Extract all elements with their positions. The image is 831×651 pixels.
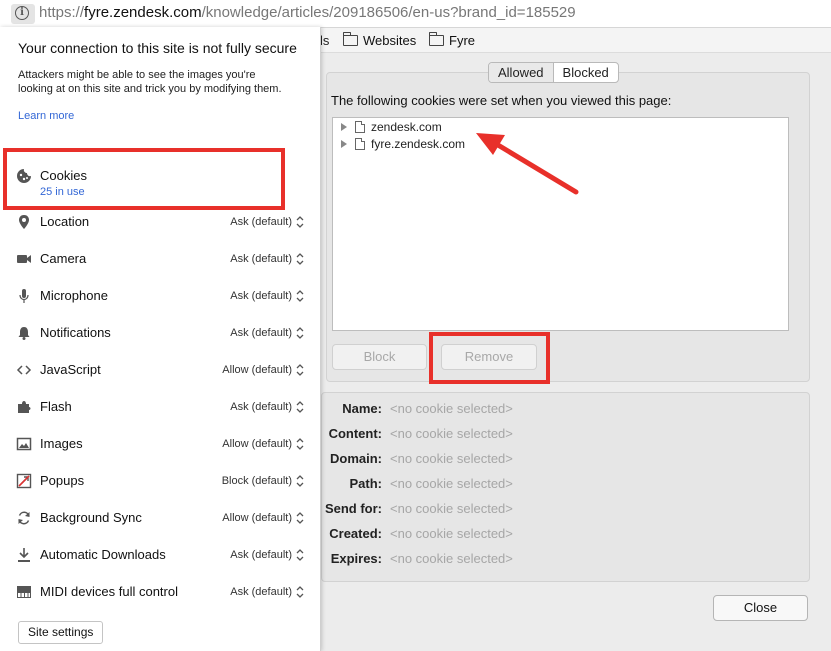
permission-value[interactable]: Ask (default)	[230, 216, 292, 228]
camera-icon	[17, 255, 31, 263]
permission-images[interactable]: Images Allow (default)	[16, 435, 306, 455]
permission-camera[interactable]: Camera Ask (default)	[16, 250, 306, 270]
updown-chevron-icon[interactable]	[296, 400, 304, 414]
permission-popups[interactable]: Popups Block (default)	[16, 472, 306, 492]
connection-description: Attackers might be able to see the image…	[18, 69, 282, 95]
permission-label: Flash	[40, 399, 72, 414]
updown-chevron-icon[interactable]	[296, 252, 304, 266]
permission-background-sync[interactable]: Background Sync Allow (default)	[16, 509, 306, 529]
permission-label: MIDI devices full control	[40, 584, 178, 599]
connection-title: Your connection to this site is not full…	[18, 40, 297, 56]
puzzle-icon	[18, 401, 31, 413]
updown-chevron-icon[interactable]	[296, 326, 304, 340]
permission-value[interactable]: Ask (default)	[230, 586, 292, 598]
permission-value[interactable]: Allow (default)	[222, 512, 292, 524]
permission-label: Automatic Downloads	[40, 547, 166, 562]
updown-chevron-icon[interactable]	[296, 474, 304, 488]
learn-more-link[interactable]: Learn more	[18, 110, 74, 122]
piano-icon	[17, 586, 31, 598]
permission-value[interactable]: Ask (default)	[230, 401, 292, 413]
sync-icon	[18, 511, 30, 525]
microphone-icon	[19, 289, 29, 303]
bell-icon	[18, 327, 30, 340]
permission-value[interactable]: Ask (default)	[230, 549, 292, 561]
highlight-cookies	[3, 148, 285, 210]
updown-chevron-icon[interactable]	[296, 289, 304, 303]
permission-value[interactable]: Allow (default)	[222, 438, 292, 450]
permission-value[interactable]: Allow (default)	[222, 364, 292, 376]
download-icon	[18, 548, 30, 562]
permission-automatic-downloads[interactable]: Automatic Downloads Ask (default)	[16, 546, 306, 566]
permission-label: Location	[40, 214, 90, 229]
permission-value[interactable]: Ask (default)	[230, 253, 292, 265]
site-info-popup: Your connection to this site is not full…	[0, 27, 321, 651]
permission-value[interactable]: Ask (default)	[230, 327, 292, 339]
updown-chevron-icon[interactable]	[296, 548, 304, 562]
permission-javascript[interactable]: JavaScript Allow (default)	[16, 361, 306, 381]
site-settings-button[interactable]: Site settings	[18, 621, 104, 644]
permission-notifications[interactable]: Notifications Ask (default)	[16, 324, 306, 344]
permission-label: Microphone	[40, 288, 108, 303]
permission-location[interactable]: Location Ask (default)	[16, 213, 306, 233]
permission-label: JavaScript	[40, 362, 101, 377]
permission-label: Background Sync	[40, 510, 142, 525]
updown-chevron-icon[interactable]	[296, 585, 304, 599]
updown-chevron-icon[interactable]	[296, 363, 304, 377]
popup-icon	[16, 473, 32, 489]
permission-label: Camera	[40, 251, 87, 266]
location-icon	[19, 215, 29, 229]
permission-flash[interactable]: Flash Ask (default)	[16, 398, 306, 418]
updown-chevron-icon[interactable]	[296, 511, 304, 525]
permission-label: Notifications	[40, 325, 111, 340]
code-icon	[16, 365, 32, 375]
permission-value[interactable]: Ask (default)	[230, 290, 292, 302]
permission-value[interactable]: Block (default)	[222, 475, 292, 487]
permission-midi[interactable]: MIDI devices full control Ask (default)	[16, 583, 306, 603]
permission-label: Images	[40, 436, 83, 451]
updown-chevron-icon[interactable]	[296, 215, 304, 229]
image-icon	[16, 437, 32, 451]
permission-label: Popups	[40, 473, 85, 488]
permission-microphone[interactable]: Microphone Ask (default)	[16, 287, 306, 307]
updown-chevron-icon[interactable]	[296, 437, 304, 451]
